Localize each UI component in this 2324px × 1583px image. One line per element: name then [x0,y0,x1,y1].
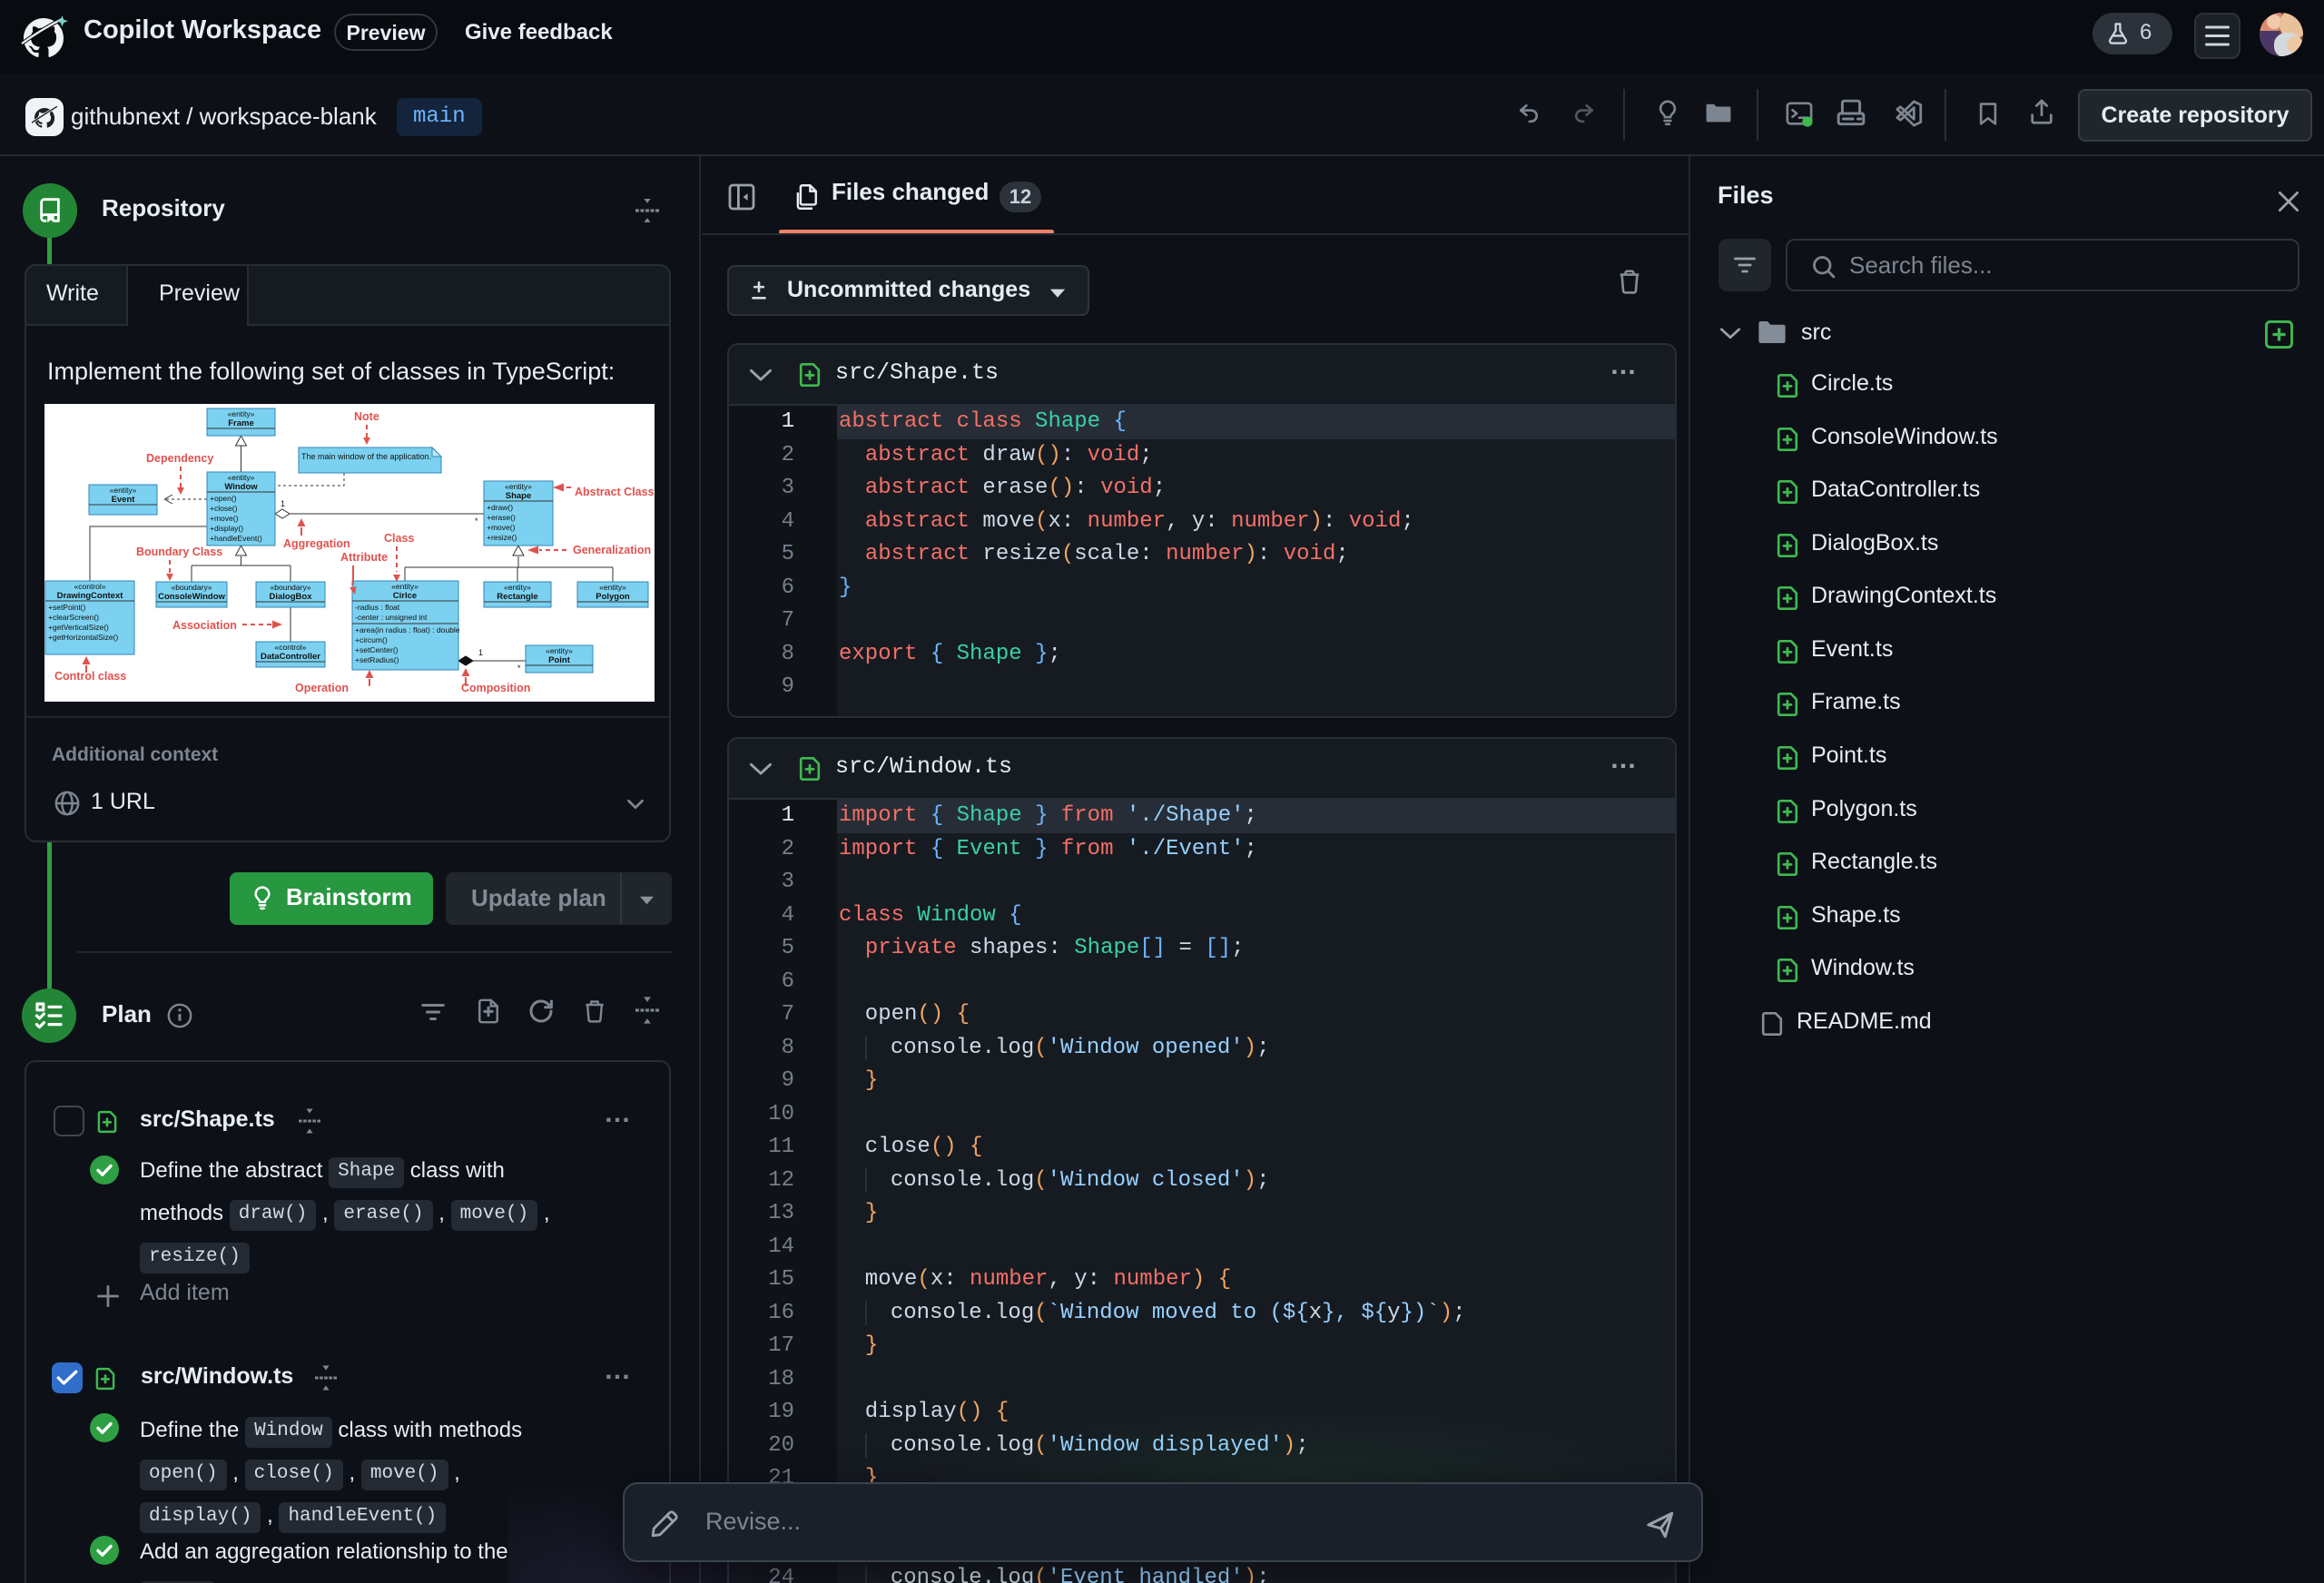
svg-text:*: * [517,664,521,673]
svg-text:+resize(): +resize() [487,533,517,542]
svg-text:Cirlce: Cirlce [393,591,417,601]
svg-text:«boundary»: «boundary» [271,583,311,592]
svg-text:DataController: DataController [261,652,320,662]
svg-text:-radius : float: -radius : float [355,603,400,612]
svg-text:«entity»: «entity» [504,583,531,592]
svg-text:Composition: Composition [461,682,530,694]
svg-text:The main window of the applica: The main window of the application. [301,452,431,461]
svg-text:+erase(): +erase() [487,513,516,522]
svg-text:+area(in radius : float) : dou: +area(in radius : float) : double [355,625,460,634]
svg-text:Association: Association [172,619,237,632]
svg-text:«entity»: «entity» [228,409,255,418]
svg-text:Attribute: Attribute [340,551,388,564]
svg-text:Shape: Shape [506,491,532,501]
svg-text:Event: Event [112,495,136,505]
svg-text:+setCenter(): +setCenter() [355,645,399,654]
svg-text:+display(): +display() [210,524,243,533]
svg-text:Class: Class [384,532,414,545]
svg-text:«entity»: «entity» [599,583,626,592]
svg-text:Operation: Operation [295,682,349,694]
svg-text:Rectangle: Rectangle [497,592,537,602]
svg-text:+getVerticalSize(): +getVerticalSize() [48,623,109,632]
svg-text:«control»: «control» [275,643,307,652]
svg-text:Point: Point [548,655,571,665]
svg-text:Aggregation: Aggregation [283,537,350,550]
svg-text:Dependency: Dependency [146,452,213,465]
svg-text:«entity»: «entity» [228,473,255,482]
svg-text:«control»: «control» [74,582,106,591]
svg-text:Polygon: Polygon [596,592,630,602]
svg-text:+circum(): +circum() [355,635,388,644]
svg-text:«entity»: «entity» [546,646,573,655]
svg-text:DialogBox: DialogBox [270,592,313,602]
svg-text:ConsoleWindow: ConsoleWindow [158,592,225,602]
svg-text:+open(): +open() [210,494,237,503]
svg-text:Abstract Class: Abstract Class [575,486,655,498]
svg-text:Control class: Control class [54,670,126,683]
svg-text:Generalization: Generalization [573,544,651,556]
svg-text:«entity»: «entity» [505,482,532,491]
svg-text:+draw(): +draw() [487,503,513,512]
svg-text:+close(): +close() [210,504,238,513]
svg-text:-center : unsigned int: -center : unsigned int [355,613,428,622]
svg-text:+setPoint(): +setPoint() [48,603,86,612]
svg-text:+setRadius(): +setRadius() [355,655,399,664]
svg-text:«entity»: «entity» [391,582,419,591]
svg-text:+handleEvent(): +handleEvent() [210,534,262,543]
svg-text:Window: Window [224,482,258,492]
svg-text:1: 1 [478,648,483,657]
svg-text:«boundary»: «boundary» [172,583,212,592]
svg-text:+getHorizontalSize(): +getHorizontalSize() [48,633,118,642]
svg-text:+move(): +move() [210,514,239,523]
svg-text:«entity»: «entity» [110,486,137,495]
svg-text:+move(): +move() [487,523,516,532]
svg-text:1: 1 [281,499,285,508]
svg-text:+clearScreen(): +clearScreen() [48,613,99,622]
svg-text:*: * [475,516,478,526]
svg-text:Note: Note [354,410,379,423]
svg-text:DrawingContext: DrawingContext [57,591,124,601]
svg-text:Frame: Frame [228,418,254,428]
svg-text:Boundary Class: Boundary Class [136,546,222,558]
